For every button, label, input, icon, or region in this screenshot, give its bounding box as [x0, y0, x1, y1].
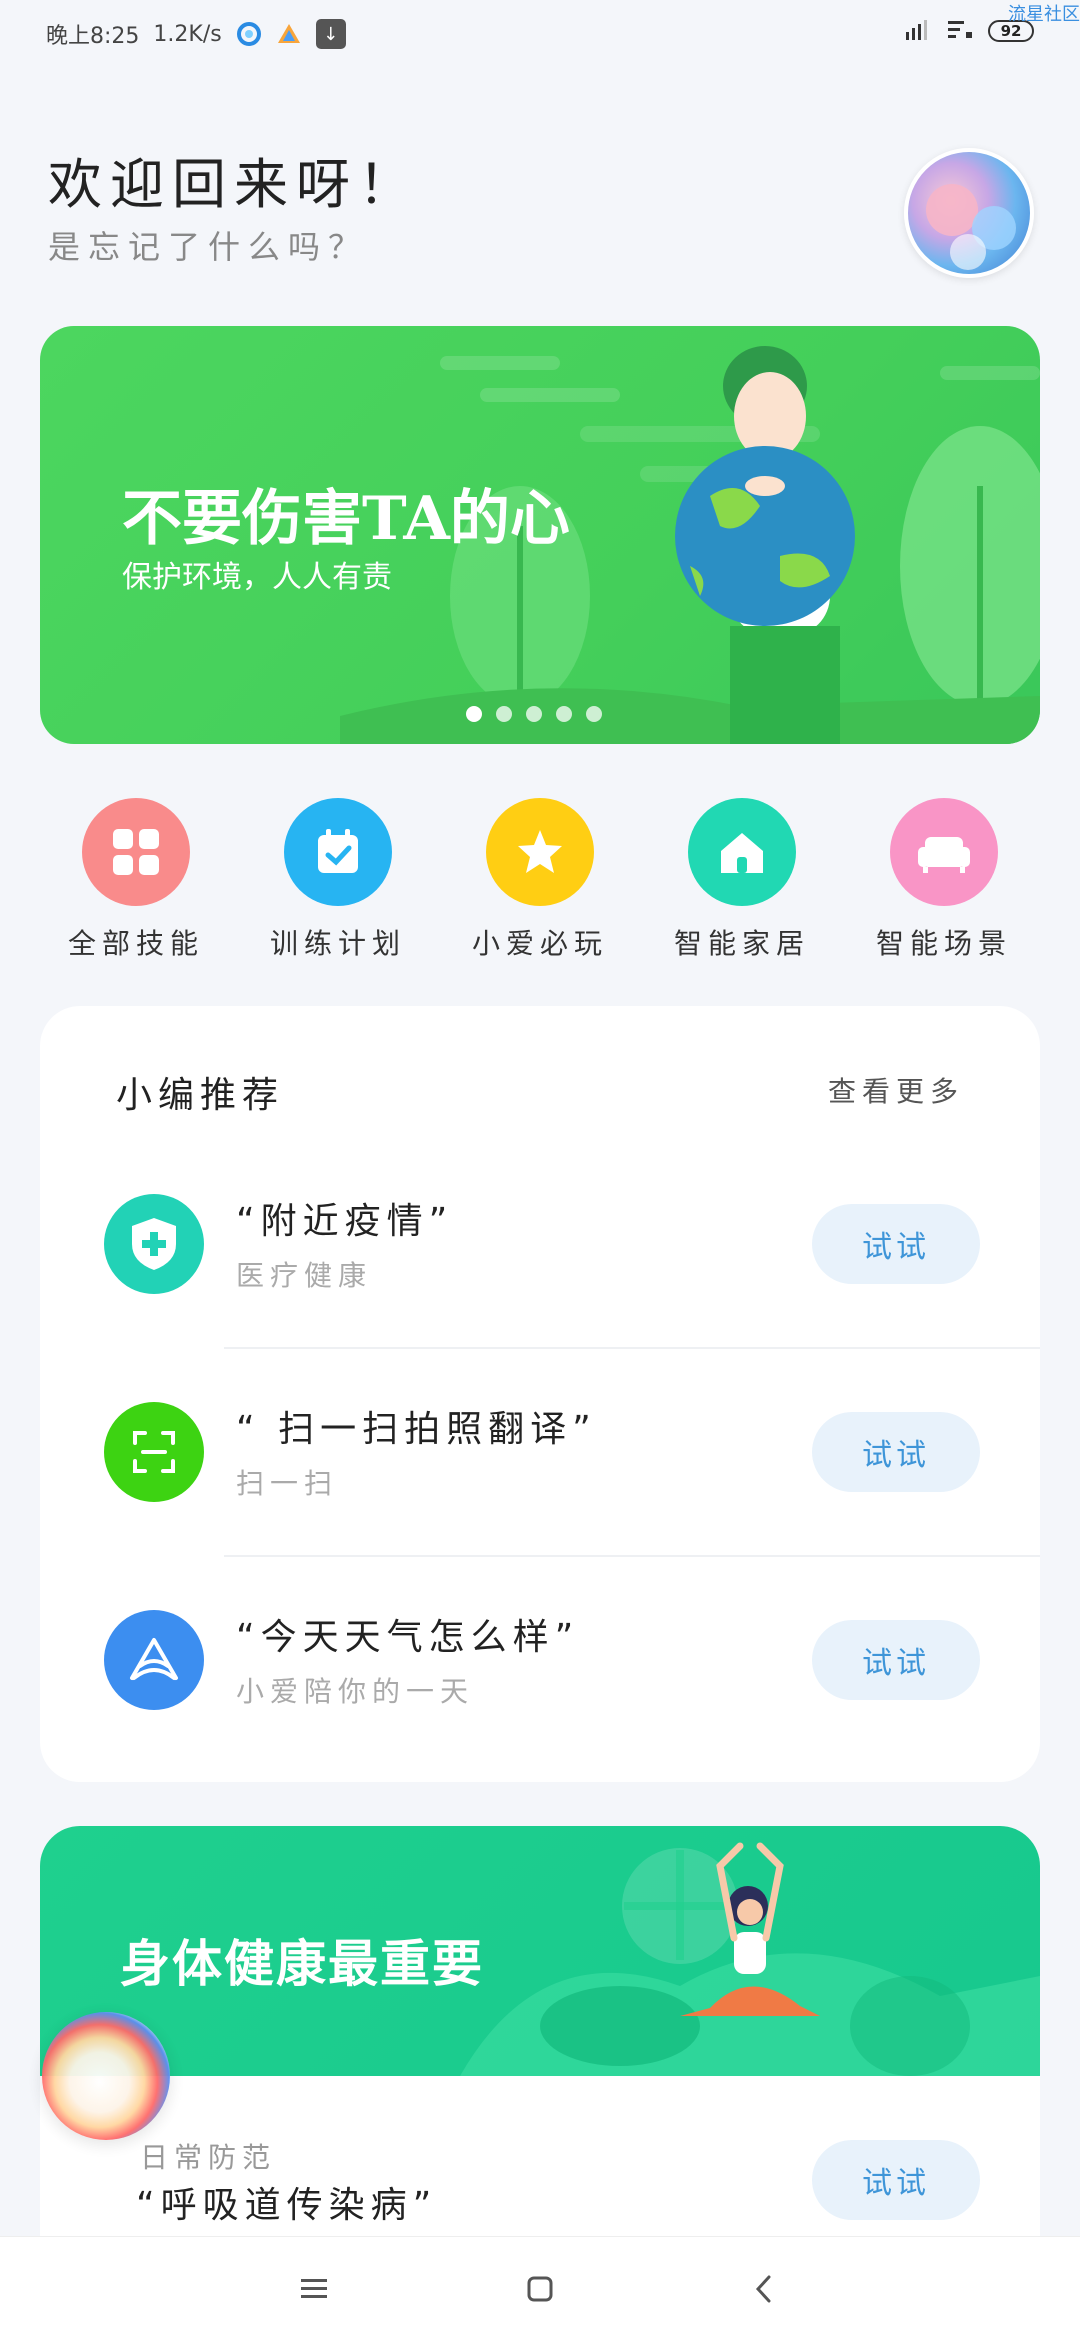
- home-nav-icon[interactable]: [518, 2267, 562, 2311]
- grid-icon: [82, 798, 190, 906]
- recommend-item-epidemic[interactable]: “附近疫情” 医疗健康 试试: [40, 1140, 1040, 1349]
- quick-action-must-play[interactable]: 小爱必玩: [450, 798, 630, 962]
- medical-shield-icon: [104, 1194, 204, 1294]
- system-nav-bar: [0, 2236, 1080, 2340]
- xiaoai-logo-icon: [104, 1610, 204, 1710]
- recommend-item-title: “ 扫一扫拍照翻译”: [236, 1409, 597, 1450]
- wifi-icon: [946, 18, 974, 44]
- floating-assistant-ball[interactable]: [42, 2012, 170, 2140]
- try-button[interactable]: 试试: [812, 1204, 980, 1284]
- recommend-item-scan-translate[interactable]: “ 扫一扫拍照翻译” 扫一扫 试试: [40, 1348, 1040, 1557]
- scan-icon: [104, 1402, 204, 1502]
- banner-title: 不要伤害TA的心: [122, 484, 570, 554]
- banner-subtitle: 保护环境，人人有责: [122, 560, 392, 595]
- quick-action-label: 智能家居: [673, 927, 810, 960]
- carousel-dot[interactable]: [556, 706, 572, 722]
- status-time: 晚上8:25: [46, 24, 140, 49]
- quick-action-training-plan[interactable]: 训练计划: [248, 798, 428, 962]
- quick-action-label: 小爱必玩: [471, 927, 608, 960]
- section-title: 小编推荐: [116, 1075, 285, 1116]
- quick-action-smart-home[interactable]: 智能家居: [652, 798, 832, 962]
- status-bar: 晚上8:25 1.2K/s ↓ 92 流星社区: [0, 0, 1080, 70]
- avatar[interactable]: [904, 148, 1034, 278]
- recommend-item-subtitle: 小爱陪你的一天: [236, 1675, 475, 1708]
- carousel-dots: [466, 706, 602, 722]
- signal-icon: [904, 18, 932, 44]
- browser-icon: [236, 21, 262, 47]
- try-button[interactable]: 试试: [812, 1412, 980, 1492]
- quick-actions: 全部技能 训练计划 小爱必玩 智能家居 智能场景: [40, 798, 1040, 962]
- health-item-title: “呼吸道传染病”: [136, 2185, 438, 2226]
- app-triangle-icon: [276, 21, 302, 47]
- home-icon: [688, 798, 796, 906]
- recommend-item-weather[interactable]: “今天天气怎么样” 小爱陪你的一天 试试: [40, 1556, 1040, 1764]
- view-more-link[interactable]: 查看更多: [828, 1070, 964, 1110]
- download-icon: ↓: [315, 19, 346, 49]
- quick-action-label: 全部技能: [67, 927, 204, 960]
- status-speed: 1.2K/s: [153, 21, 222, 47]
- back-icon[interactable]: [742, 2267, 786, 2311]
- try-button[interactable]: 试试: [812, 1620, 980, 1700]
- calendar-check-icon: [284, 798, 392, 906]
- carousel-dot[interactable]: [496, 706, 512, 722]
- menu-icon[interactable]: [292, 2267, 336, 2311]
- carousel-dot[interactable]: [586, 706, 602, 722]
- sofa-icon: [890, 798, 998, 906]
- carousel-dot[interactable]: [526, 706, 542, 722]
- page-title: 欢迎回来呀！: [48, 153, 420, 216]
- quick-action-label: 训练计划: [269, 927, 406, 960]
- quick-action-smart-scene[interactable]: 智能场景: [854, 798, 1034, 962]
- recommend-item-subtitle: 扫一扫: [236, 1467, 339, 1500]
- health-item-kicker: 日常防范: [140, 2141, 277, 2174]
- recommend-item-title: “今天天气怎么样”: [236, 1617, 580, 1658]
- carousel-dot[interactable]: [466, 706, 482, 722]
- corner-watermark: 流星社区: [1008, 4, 1080, 25]
- star-icon: [486, 798, 594, 906]
- recommend-item-subtitle: 医疗健康: [236, 1259, 373, 1292]
- recommend-item-title: “附近疫情”: [236, 1201, 454, 1242]
- status-left: 晚上8:25 1.2K/s ↓: [46, 18, 346, 50]
- page-subtitle: 是忘记了什么吗？: [48, 228, 369, 266]
- quick-action-label: 智能场景: [875, 927, 1012, 960]
- banner-title: 身体健康最重要: [120, 1935, 484, 1993]
- quick-action-all-skills[interactable]: 全部技能: [46, 798, 226, 962]
- try-button[interactable]: 试试: [812, 2140, 980, 2220]
